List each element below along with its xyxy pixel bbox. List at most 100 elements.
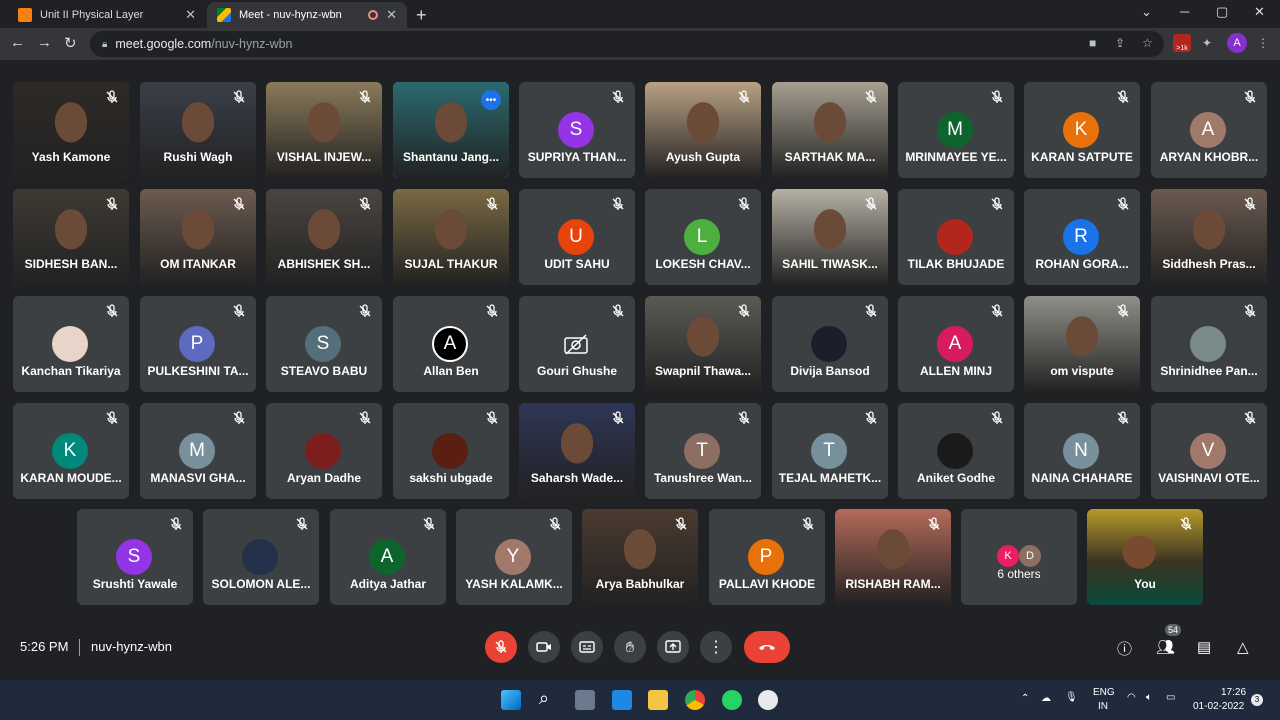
participant-tile[interactable]: Divija Bansod [772, 296, 888, 392]
participant-tile[interactable]: Gouri Ghushe [519, 296, 635, 392]
participant-tile[interactable]: Arya Babhulkar [582, 509, 698, 605]
mic-toggle-button[interactable] [485, 631, 517, 663]
forward-button[interactable]: → [37, 34, 52, 51]
participant-tile[interactable]: M MRINMAYEE YE... [898, 82, 1014, 178]
profile-avatar[interactable]: A [1227, 33, 1247, 53]
raise-hand-button[interactable]: ✋︎ [614, 631, 646, 663]
participant-tile[interactable]: A ALLEN MINJ [898, 296, 1014, 392]
onedrive-icon[interactable]: ☁ [1041, 693, 1051, 704]
tray-chevron-icon[interactable]: ⌃ [1021, 693, 1029, 704]
task-view-icon[interactable] [575, 690, 595, 710]
participant-tile[interactable]: A Allan Ben [393, 296, 509, 392]
back-button[interactable]: ← [10, 34, 25, 51]
participant-tile[interactable]: Yash Kamone [13, 82, 129, 178]
microphone-icon[interactable]: 🎙︎ [1065, 692, 1078, 703]
participant-tile[interactable]: om vispute [1024, 296, 1140, 392]
extension-badge-icon[interactable]: >1k [1173, 34, 1191, 52]
camera-icon[interactable]: ■ [1089, 36, 1096, 50]
participant-tile[interactable]: sakshi ubgade [393, 403, 509, 499]
participant-tile[interactable]: Kanchan Tikariya [13, 296, 129, 392]
participant-tile[interactable]: S SUPRIYA THAN... [519, 82, 635, 178]
chat-icon[interactable]: ▤ [1197, 638, 1211, 656]
file-explorer-icon[interactable] [648, 690, 668, 710]
share-icon[interactable]: ⇪ [1115, 36, 1125, 50]
wifi-icon[interactable]: ◠ [1127, 692, 1136, 703]
participant-tile[interactable]: Rushi Wagh [140, 82, 256, 178]
self-tile[interactable]: You [1087, 509, 1203, 605]
language-label[interactable]: ENG [1093, 687, 1115, 698]
participant-tile[interactable]: SARTHAK MA... [772, 82, 888, 178]
people-icon[interactable]: 👥︎ [1156, 638, 1175, 656]
tab-meet[interactable]: Meet - nuv-hynz-wbn ✕ [207, 2, 407, 28]
search-icon[interactable]: ⌕ [539, 688, 549, 709]
participant-tile[interactable]: OM ITANKAR [140, 189, 256, 285]
participant-tile[interactable]: N NAINA CHAHARE [1024, 403, 1140, 499]
chrome-icon[interactable] [685, 690, 705, 710]
close-tab-icon[interactable]: ✕ [386, 7, 397, 23]
participant-tile[interactable]: P PULKESHINI TA... [140, 296, 256, 392]
volume-icon[interactable]: 🔈︎ [1146, 692, 1152, 703]
participant-tile[interactable]: SOLOMON ALE... [203, 509, 319, 605]
participant-tile[interactable]: Siddhesh Pras... [1151, 189, 1267, 285]
app-icon[interactable] [758, 690, 778, 710]
bookmark-star-icon[interactable]: ☆ [1142, 36, 1153, 50]
participant-tile[interactable]: A Aditya Jathar [330, 509, 446, 605]
participant-tile[interactable]: Saharsh Wade... [519, 403, 635, 499]
more-options-button[interactable]: ⋮ [700, 631, 732, 663]
close-window-button[interactable]: ✕ [1254, 4, 1265, 20]
widgets-icon[interactable] [612, 690, 632, 710]
chrome-menu-icon[interactable]: ⋮ [1257, 36, 1269, 50]
camera-toggle-button[interactable] [528, 631, 560, 663]
participant-tile[interactable]: Swapnil Thawa... [645, 296, 761, 392]
reload-button[interactable]: ↻ [64, 34, 77, 52]
others-tile[interactable]: K D 6 others [961, 509, 1077, 605]
captions-button[interactable] [571, 631, 603, 663]
participant-tile[interactable]: S STEAVO BABU [266, 296, 382, 392]
participant-tile[interactable]: U UDIT SAHU [519, 189, 635, 285]
participant-tile[interactable]: ••• Shantanu Jang... [393, 82, 509, 178]
extensions-puzzle-icon[interactable]: ✦ [1202, 36, 1212, 50]
participant-tile[interactable]: T Tanushree Wan... [645, 403, 761, 499]
participant-tile[interactable]: V VAISHNAVI OTE... [1151, 403, 1267, 499]
close-tab-icon[interactable]: ✕ [185, 7, 196, 23]
participant-tile[interactable]: R ROHAN GORA... [1024, 189, 1140, 285]
battery-icon[interactable]: ▭ [1166, 692, 1175, 703]
more-options-icon[interactable]: ••• [481, 90, 501, 110]
participant-tile[interactable]: K KARAN SATPUTE [1024, 82, 1140, 178]
maximize-button[interactable]: ▢ [1216, 4, 1228, 20]
new-tab-button[interactable]: + [416, 5, 427, 26]
lock-icon[interactable]: 🔒︎ [102, 39, 107, 50]
whatsapp-icon[interactable] [722, 690, 742, 710]
participant-tile[interactable]: VISHAL INJEW... [266, 82, 382, 178]
participant-tile[interactable]: SIDHESH BAN... [13, 189, 129, 285]
windows-start-icon[interactable] [501, 690, 521, 710]
address-bar[interactable]: 🔒︎ meet.google.com/nuv-hynz-wbn [90, 31, 1164, 57]
activities-icon[interactable]: △ [1237, 638, 1249, 656]
participant-tile[interactable]: RISHABH RAM... [835, 509, 951, 605]
leave-call-button[interactable] [744, 631, 790, 663]
tab-search-icon[interactable]: ⌄ [1141, 4, 1152, 20]
participant-tile[interactable]: SUJAL THAKUR [393, 189, 509, 285]
participant-tile[interactable]: T TEJAL MAHETK... [772, 403, 888, 499]
notification-badge[interactable]: 3 [1251, 694, 1263, 706]
clock-time[interactable]: 17:26 [1221, 687, 1246, 698]
participant-tile[interactable]: M MANASVI GHA... [140, 403, 256, 499]
participant-tile[interactable]: Shrinidhee Pan... [1151, 296, 1267, 392]
tab-unit-ii[interactable]: Unit II Physical Layer ✕ [8, 2, 206, 28]
minimize-button[interactable]: ─ [1180, 4, 1189, 19]
participant-tile[interactable]: K KARAN MOUDE... [13, 403, 129, 499]
participant-tile[interactable]: A ARYAN KHOBR... [1151, 82, 1267, 178]
participant-name: TEJAL MAHETK... [778, 471, 882, 485]
meeting-info-icon[interactable]: ⓘ [1117, 638, 1132, 659]
participant-tile[interactable]: P PALLAVI KHODE [709, 509, 825, 605]
participant-tile[interactable]: SAHIL TIWASK... [772, 189, 888, 285]
present-button[interactable] [657, 631, 689, 663]
participant-tile[interactable]: Aniket Godhe [898, 403, 1014, 499]
participant-tile[interactable]: S Srushti Yawale [77, 509, 193, 605]
participant-tile[interactable]: TILAK BHUJADE [898, 189, 1014, 285]
participant-tile[interactable]: Y YASH KALAMK... [456, 509, 572, 605]
participant-tile[interactable]: L LOKESH CHAV... [645, 189, 761, 285]
participant-tile[interactable]: ABHISHEK SH... [266, 189, 382, 285]
participant-tile[interactable]: Ayush Gupta [645, 82, 761, 178]
participant-tile[interactable]: Aryan Dadhe [266, 403, 382, 499]
